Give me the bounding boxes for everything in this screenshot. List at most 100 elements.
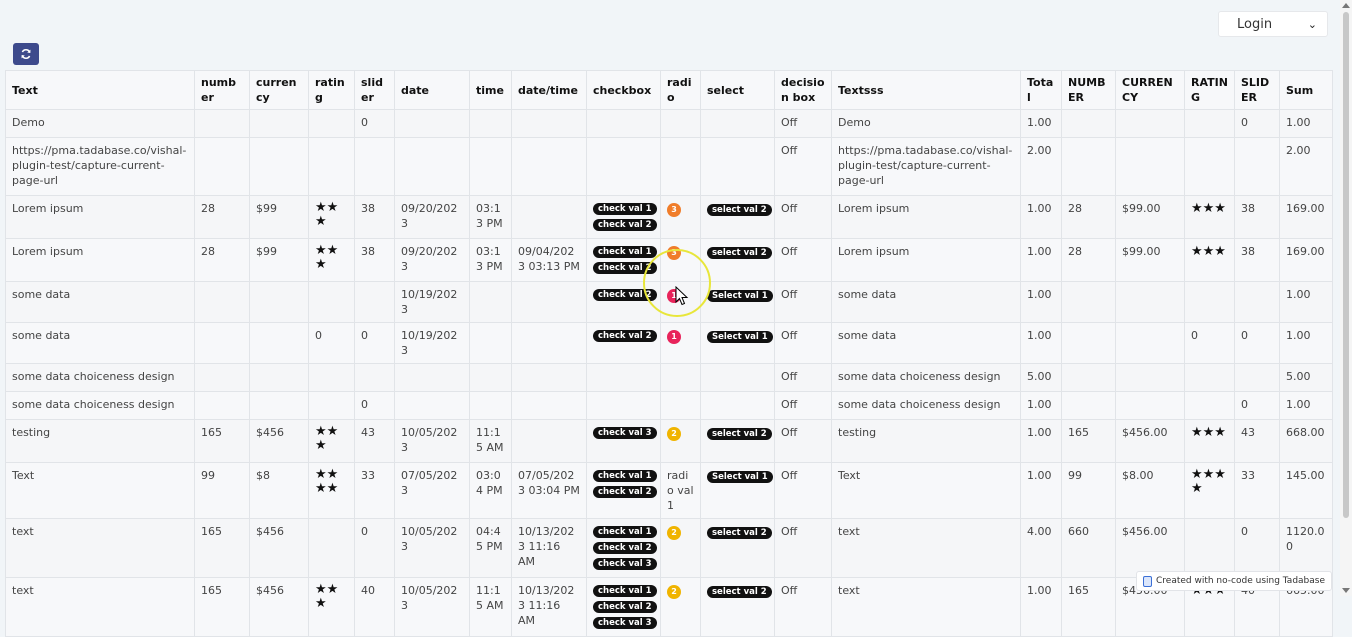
table-row[interactable]: some data choiceness design 0 Off some data… [5,391,1333,420]
table-cell: 169.00 [1279,238,1333,282]
table-cell: Lorem ipsum [5,195,195,239]
table-cell [308,109,355,138]
column-header[interactable]: time [469,70,512,110]
table-cell: check val 2 [586,322,661,364]
column-header[interactable]: Total [1020,70,1062,110]
column-header[interactable]: slider [354,70,395,110]
table-cell: 5.00 [1020,363,1062,392]
table-row[interactable]: testing 165 $456 ★★★ 43 10/05/2023 11:15 AM che… [5,419,1333,463]
cell-value: https://pma.tadabase.co/vishal-plugin-te… [12,144,187,187]
table-cell: ★★★★ [308,462,355,519]
scroll-up-arrow-icon[interactable] [1342,3,1350,8]
column-header[interactable]: currency [249,70,309,110]
column-header[interactable]: CURRENCY [1115,70,1185,110]
cell-value: 1.00 [1286,398,1311,411]
cell-value: 0 [1241,525,1248,538]
table-row[interactable]: some data 0 0 10/19/2023 check val 2 1 Select … [5,322,1333,364]
table-cell [249,363,309,392]
table-row[interactable]: text 165 $456 ★★★ 40 10/05/2023 11:15 AM 10/13/… [5,577,1333,637]
star-rating-icon: ★★★★ [1191,467,1226,496]
mouse-cursor-icon [675,286,689,306]
table-row[interactable]: https://pma.tadabase.co/vishal-plugin-te… [5,137,1333,196]
table-cell [511,281,587,323]
table-row[interactable]: some data 10/19/2023 check val 2 1 Select va… [5,281,1333,323]
tadabase-badge[interactable]: Created with no-code using Tadabase [1136,571,1332,591]
column-header[interactable]: checkbox [586,70,661,110]
table-cell: 03:13 PM [469,238,512,282]
table-cell: 660 [1061,518,1116,578]
cell-value: 5.00 [1027,370,1052,383]
cell-value: Off [781,116,798,129]
table-cell: 38 [1234,238,1280,282]
table-cell: text [5,518,195,578]
table-cell: ★★★ [308,419,355,463]
table-row[interactable]: Lorem ipsum 28 $99 ★★★ 38 09/20/2023 03:13 PM 0… [5,238,1333,282]
star-rating-icon: ★★★ [315,424,339,453]
table-cell [1115,363,1185,392]
table-cell: Off [774,238,832,282]
table-cell [660,109,701,138]
cell-value: Off [781,426,798,439]
table-cell [700,109,775,138]
table-cell [1234,137,1280,196]
table-row[interactable]: Lorem ipsum 28 $99 ★★★ 38 09/20/2023 03:13 PM c… [5,195,1333,239]
refresh-button[interactable] [13,43,39,65]
table-cell: 09/04/2023 03:13 PM [511,238,587,282]
cell-value: 04:45 PM [476,525,503,553]
column-header[interactable]: date/time [511,70,587,110]
table-cell: 10/19/2023 [394,322,470,364]
table-row[interactable]: text 165 $456 0 10/05/2023 04:45 PM 10/13/2023… [5,518,1333,578]
column-header[interactable]: Text [5,70,195,110]
table-cell: Text [831,462,1021,519]
column-header[interactable]: RATING [1184,70,1235,110]
table-row[interactable]: Demo 0 Off Demo 1.00 0 1.00 [5,109,1333,138]
table-cell: 2 [660,518,701,578]
table-cell [1061,137,1116,196]
table-cell: 165 [194,419,250,463]
cell-value: $8 [256,469,270,482]
scroll-down-arrow-icon[interactable] [1342,588,1350,593]
cell-value: Off [781,202,798,215]
cell-value: $456 [256,426,284,439]
login-dropdown[interactable]: Login ⌄ [1218,11,1328,37]
vertical-scrollbar[interactable] [1340,0,1352,596]
column-header[interactable]: date [394,70,470,110]
checkbox-tag: check val 1 [593,470,657,482]
table-cell: 03:04 PM [469,462,512,519]
table-cell: check val 1 check val 2 check val 3 [586,518,661,578]
cell-value: 09/20/2023 [401,245,458,273]
table-cell: 1.00 [1020,109,1062,138]
cell-value: 10/05/2023 [401,584,458,612]
table-cell [1061,109,1116,138]
refresh-icon [21,48,31,60]
cell-value: text [838,525,860,538]
cell-value: Text [12,469,35,482]
column-header[interactable]: SLIDER [1234,70,1280,110]
checkbox-tag: check val 1 [593,526,657,538]
scrollbar-thumb[interactable] [1343,12,1349,518]
table-cell: text [831,518,1021,578]
table-row[interactable]: Text 99 $8 ★★★★ 33 07/05/2023 03:04 PM 07/05/20… [5,462,1333,519]
column-header[interactable]: Sum [1279,70,1333,110]
column-header[interactable]: NUMBER [1061,70,1116,110]
star-rating-icon: ★★★ [1191,244,1226,259]
table-cell: 169.00 [1279,195,1333,239]
column-header[interactable]: rating [308,70,355,110]
table-cell [469,109,512,138]
column-header[interactable]: number [194,70,250,110]
table-cell [249,322,309,364]
star-rating-icon: ★★★ [1191,425,1226,440]
table-cell: $456 [249,419,309,463]
table-cell [394,391,470,420]
column-header[interactable]: Textsss [831,70,1021,110]
column-header[interactable]: select [700,70,775,110]
table-cell [1061,281,1116,323]
table-cell [249,281,309,323]
star-rating-icon: ★★★ [315,243,339,272]
column-header[interactable]: radio [660,70,701,110]
cell-value: Off [781,584,798,597]
table-cell: 99 [1061,462,1116,519]
table-row[interactable]: some data choiceness design Off some data … [5,363,1333,392]
column-header[interactable]: decision box [774,70,832,110]
table-cell [469,363,512,392]
